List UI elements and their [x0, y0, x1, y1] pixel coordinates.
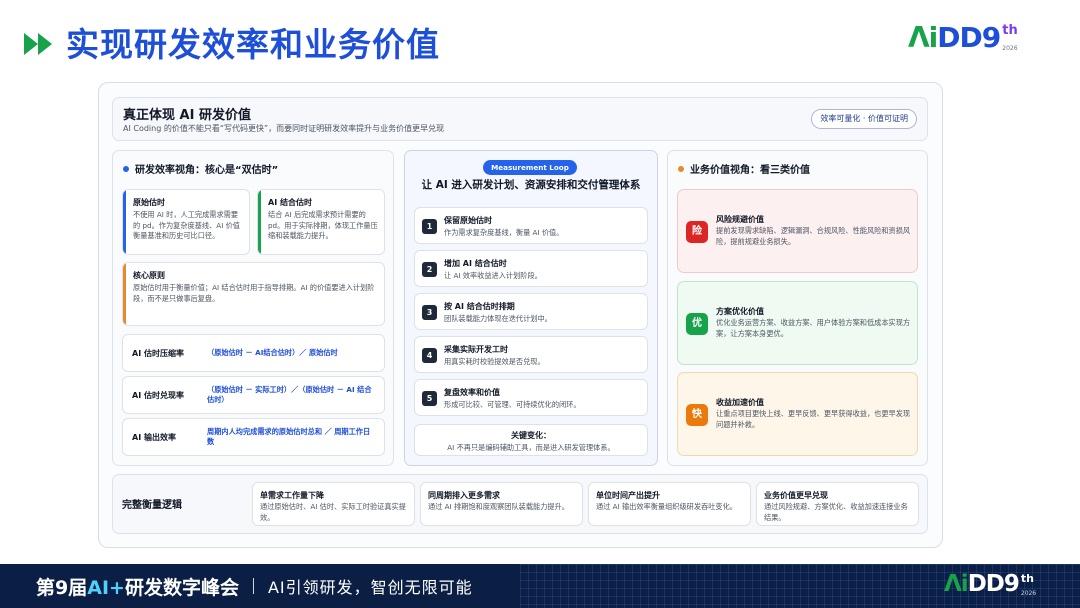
summit-slogan: AI引领研发，智创无限可能 — [267, 578, 473, 597]
page-title: 实现研发效率和业务价值 — [66, 25, 440, 64]
aidd-logo-footer: Λi DD 9 th 2026 — [944, 571, 1037, 597]
value-card-accelerate: 快 收益加速价值 让重点项目更快上线、更早反馈、更早获得收益，也更早发现问题并补… — [677, 372, 918, 456]
measurement-loop-badge: Measurement Loop — [483, 160, 577, 175]
blue-dot-icon — [123, 165, 129, 172]
accelerate-icon: 快 — [686, 404, 708, 426]
loop-step: 5 复盘效率和价值 形成可比较、可管理、可持续优化的闭环。 — [414, 379, 648, 416]
logic-step-card: 同周期排入更多需求 通过 AI 排期饱和度观察团队装载能力提升。 — [420, 482, 583, 526]
key-change-card: 关键变化： AI 不再只是编码辅助工具，而是进入研发管理体系。 — [414, 424, 648, 456]
measurement-loop-title: 让 AI 进入研发计划、资源安排和交付管理体系 — [421, 179, 641, 191]
estimate-card-ai: AI 结合估时 结合 AI 后完成需求预计需要的 pd。用于实际排期，体现工作量… — [257, 189, 385, 255]
efficiency-heading: 研发效率视角：核心是“双估时” — [123, 161, 278, 176]
formula-compression: AI 估时压缩率 （原始估时 － AI结合估时）／ 原始估时 — [122, 334, 385, 372]
logic-step-card: 单位时间产出提升 通过 AI 输出效率衡量组织级研发吞吐变化。 — [588, 482, 751, 526]
risk-icon: 险 — [686, 221, 708, 243]
summary-title: 真正体现 AI 研发价值 — [123, 108, 251, 123]
core-principle-card: 核心原则 原始估时用于衡量价值；AI 结合估时用于指导排期。AI 的价值要进入计… — [122, 262, 385, 326]
logic-step-card: 业务价值更早兑现 通过风险规避、方案优化、收益加速连接业务结果。 — [756, 482, 919, 526]
value-card-risk: 险 风险规避价值 提前发现需求缺陷、逻辑漏洞、合规风险、性能风险和资损风险，提前… — [677, 189, 918, 273]
summary-subtitle: AI Coding 的价值不能只看“写代码更快”，而要同时证明研发效率提升与业务… — [123, 124, 445, 133]
loop-step: 4 采集实际开发工时 用真实耗时校验提效是否兑现。 — [414, 336, 648, 373]
footer-divider — [252, 578, 254, 594]
loop-step: 1 保留原始估时 作为需求复杂度基线，衡量 AI 价值。 — [414, 207, 648, 244]
summary-card: 真正体现 AI 研发价值 AI Coding 的价值不能只看“写代码更快”，而要… — [112, 97, 928, 141]
double-play-arrow-icon — [24, 33, 52, 55]
orange-dot-icon — [678, 165, 684, 172]
summit-name: 第9届AI+研发数字峰会 — [36, 576, 239, 599]
business-value-heading: 业务价值视角：看三类价值 — [678, 161, 810, 176]
measurement-logic-label: 完整衡量逻辑 — [122, 500, 182, 511]
loop-step: 3按 AI 结合估时排期 团队装载能力体现在迭代计划中。 — [414, 293, 648, 330]
footer-text: 第9届AI+研发数字峰会 AI引领研发，智创无限可能 — [36, 573, 473, 599]
value-card-optimize: 优 方案优化价值 优化业务运营方案、收益方案、用户体验方案和低成本实现方案，让方… — [677, 281, 918, 365]
logic-step-card: 单需求工作量下降 通过原始估时、AI 估时、实际工时验证真实提效。 — [252, 482, 415, 526]
formula-output: AI 输出效率 周期内人均完成需求的原始估时总和 ／ 周期工作日数 — [122, 418, 385, 456]
summary-pill: 效率可量化 · 价值可证明 — [811, 109, 917, 129]
loop-step: 2 增加 AI 结合估时让 AI 效率收益进入计划阶段。 — [414, 250, 648, 287]
optimize-icon: 优 — [686, 313, 708, 335]
aidd-logo: Λi DD 9 th 2026 — [908, 21, 1018, 54]
formula-fulfillment: AI 估时兑现率 （原始估时 － 实际工时）／（原始估时 － AI 结合估时） — [122, 376, 385, 414]
estimate-card-original: 原始估时 不使用 AI 时，人工完成需求需要的 pd。作为复杂度基线、AI 价值… — [122, 189, 250, 255]
slide: 实现研发效率和业务价值 Λi DD 9 th 2026 真正体现 AI 研发价值 AI… — [0, 0, 1080, 608]
